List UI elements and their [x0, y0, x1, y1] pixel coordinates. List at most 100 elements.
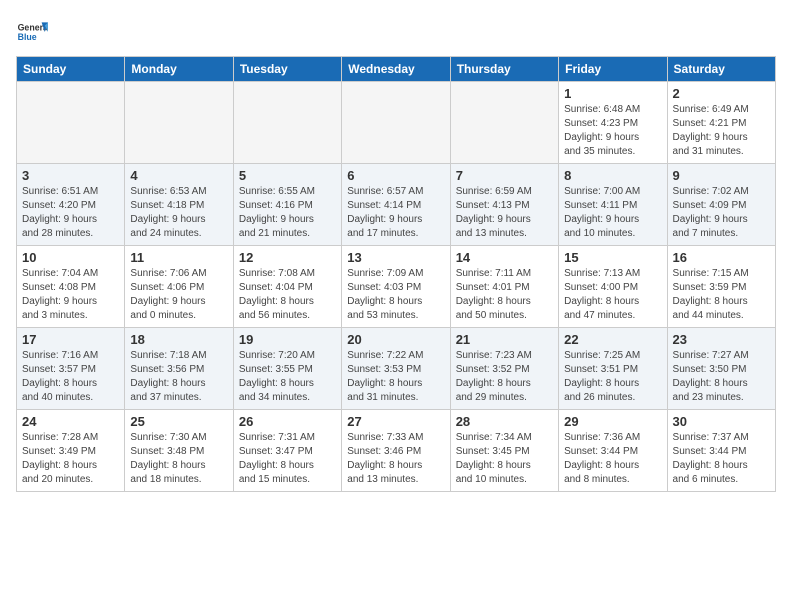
day-info: Sunrise: 7:16 AM Sunset: 3:57 PM Dayligh… [22, 349, 119, 405]
weekday-header-tuesday: Tuesday [233, 57, 341, 82]
day-info: Sunrise: 7:23 AM Sunset: 3:52 PM Dayligh… [456, 349, 553, 405]
calendar-cell: 5 Sunrise: 6:55 AM Sunset: 4:16 PM Daylig… [233, 164, 341, 246]
day-number: 18 [130, 332, 227, 347]
day-info: Sunrise: 7:34 AM Sunset: 3:45 PM Dayligh… [456, 431, 553, 487]
calendar-cell: 6 Sunrise: 6:57 AM Sunset: 4:14 PM Daylig… [342, 164, 450, 246]
calendar-cell: 18 Sunrise: 7:18 AM Sunset: 3:56 PM Dayli… [125, 328, 233, 410]
day-info: Sunrise: 7:30 AM Sunset: 3:48 PM Dayligh… [130, 431, 227, 487]
day-number: 1 [564, 86, 661, 101]
logo: General Blue [16, 16, 48, 48]
day-number: 15 [564, 250, 661, 265]
calendar-cell: 7Sunrise: 6:59 AM Sunset: 4:13 PM Daylig… [450, 164, 558, 246]
day-number: 14 [456, 250, 553, 265]
calendar-cell [233, 82, 341, 164]
weekday-header-friday: Friday [559, 57, 667, 82]
calendar-cell: 16 Sunrise: 7:15 AM Sunset: 3:59 PM Dayli… [667, 246, 775, 328]
day-number: 26 [239, 414, 336, 429]
calendar-cell: 13 Sunrise: 7:09 AM Sunset: 4:03 PM Dayli… [342, 246, 450, 328]
day-info: Sunrise: 7:13 AM Sunset: 4:00 PM Dayligh… [564, 267, 661, 323]
day-number: 9 [673, 168, 770, 183]
day-info: Sunrise: 7:02 AM Sunset: 4:09 PM Dayligh… [673, 185, 770, 241]
calendar-cell: 29 Sunrise: 7:36 AM Sunset: 3:44 PM Dayli… [559, 410, 667, 492]
day-number: 29 [564, 414, 661, 429]
calendar-cell: 23 Sunrise: 7:27 AM Sunset: 3:50 PM Dayli… [667, 328, 775, 410]
calendar-cell: 15 Sunrise: 7:13 AM Sunset: 4:00 PM Dayli… [559, 246, 667, 328]
day-number: 20 [347, 332, 444, 347]
calendar-cell: 14 Sunrise: 7:11 AM Sunset: 4:01 PM Dayli… [450, 246, 558, 328]
day-info: Sunrise: 6:48 AM Sunset: 4:23 PM Dayligh… [564, 103, 661, 159]
svg-text:Blue: Blue [18, 32, 37, 42]
calendar-cell: 20 Sunrise: 7:22 AM Sunset: 3:53 PM Dayli… [342, 328, 450, 410]
weekday-header-wednesday: Wednesday [342, 57, 450, 82]
calendar-cell: 27 Sunrise: 7:33 AM Sunset: 3:46 PM Dayli… [342, 410, 450, 492]
calendar-cell [17, 82, 125, 164]
day-number: 19 [239, 332, 336, 347]
day-number: 30 [673, 414, 770, 429]
day-number: 28 [456, 414, 553, 429]
calendar-cell: 25 Sunrise: 7:30 AM Sunset: 3:48 PM Dayli… [125, 410, 233, 492]
day-info: Sunrise: 7:33 AM Sunset: 3:46 PM Dayligh… [347, 431, 444, 487]
calendar-cell: 24Sunrise: 7:28 AM Sunset: 3:49 PM Dayli… [17, 410, 125, 492]
day-info: Sunrise: 7:18 AM Sunset: 3:56 PM Dayligh… [130, 349, 227, 405]
day-info: Sunrise: 7:25 AM Sunset: 3:51 PM Dayligh… [564, 349, 661, 405]
day-info: Sunrise: 7:36 AM Sunset: 3:44 PM Dayligh… [564, 431, 661, 487]
day-number: 12 [239, 250, 336, 265]
calendar-cell: 2 Sunrise: 6:49 AM Sunset: 4:21 PM Daylig… [667, 82, 775, 164]
day-number: 11 [130, 250, 227, 265]
day-number: 7 [456, 168, 553, 183]
day-number: 2 [673, 86, 770, 101]
calendar-cell: 4Sunrise: 6:53 AM Sunset: 4:18 PM Daylig… [125, 164, 233, 246]
weekday-header-monday: Monday [125, 57, 233, 82]
day-info: Sunrise: 7:09 AM Sunset: 4:03 PM Dayligh… [347, 267, 444, 323]
weekday-header-sunday: Sunday [17, 57, 125, 82]
day-info: Sunrise: 7:11 AM Sunset: 4:01 PM Dayligh… [456, 267, 553, 323]
calendar-cell: 22 Sunrise: 7:25 AM Sunset: 3:51 PM Dayli… [559, 328, 667, 410]
calendar-cell: 12 Sunrise: 7:08 AM Sunset: 4:04 PM Dayli… [233, 246, 341, 328]
calendar-cell [342, 82, 450, 164]
day-info: Sunrise: 7:37 AM Sunset: 3:44 PM Dayligh… [673, 431, 770, 487]
calendar-cell: 28 Sunrise: 7:34 AM Sunset: 3:45 PM Dayli… [450, 410, 558, 492]
day-info: Sunrise: 7:22 AM Sunset: 3:53 PM Dayligh… [347, 349, 444, 405]
day-info: Sunrise: 7:00 AM Sunset: 4:11 PM Dayligh… [564, 185, 661, 241]
day-info: Sunrise: 7:15 AM Sunset: 3:59 PM Dayligh… [673, 267, 770, 323]
day-number: 27 [347, 414, 444, 429]
day-info: Sunrise: 7:31 AM Sunset: 3:47 PM Dayligh… [239, 431, 336, 487]
day-number: 17 [22, 332, 119, 347]
day-number: 10 [22, 250, 119, 265]
day-number: 8 [564, 168, 661, 183]
calendar-table: SundayMondayTuesdayWednesdayThursdayFrid… [16, 56, 776, 492]
weekday-header-thursday: Thursday [450, 57, 558, 82]
calendar-cell: 3 Sunrise: 6:51 AM Sunset: 4:20 PM Daylig… [17, 164, 125, 246]
calendar-cell: 17 Sunrise: 7:16 AM Sunset: 3:57 PM Dayli… [17, 328, 125, 410]
day-number: 16 [673, 250, 770, 265]
day-info: Sunrise: 7:04 AM Sunset: 4:08 PM Dayligh… [22, 267, 119, 323]
day-info: Sunrise: 6:57 AM Sunset: 4:14 PM Dayligh… [347, 185, 444, 241]
day-info: Sunrise: 6:55 AM Sunset: 4:16 PM Dayligh… [239, 185, 336, 241]
day-info: Sunrise: 7:27 AM Sunset: 3:50 PM Dayligh… [673, 349, 770, 405]
day-info: Sunrise: 7:28 AM Sunset: 3:49 PM Dayligh… [22, 431, 119, 487]
day-number: 5 [239, 168, 336, 183]
day-info: Sunrise: 7:08 AM Sunset: 4:04 PM Dayligh… [239, 267, 336, 323]
calendar-cell: 19 Sunrise: 7:20 AM Sunset: 3:55 PM Dayli… [233, 328, 341, 410]
day-number: 23 [673, 332, 770, 347]
day-number: 3 [22, 168, 119, 183]
calendar-cell [125, 82, 233, 164]
day-number: 13 [347, 250, 444, 265]
calendar-cell: 30 Sunrise: 7:37 AM Sunset: 3:44 PM Dayli… [667, 410, 775, 492]
calendar-cell: 26 Sunrise: 7:31 AM Sunset: 3:47 PM Dayli… [233, 410, 341, 492]
day-number: 21 [456, 332, 553, 347]
day-number: 6 [347, 168, 444, 183]
day-info: Sunrise: 7:20 AM Sunset: 3:55 PM Dayligh… [239, 349, 336, 405]
day-info: Sunrise: 6:53 AM Sunset: 4:18 PM Dayligh… [130, 185, 227, 241]
calendar-cell: 10 Sunrise: 7:04 AM Sunset: 4:08 PM Dayli… [17, 246, 125, 328]
day-info: Sunrise: 6:51 AM Sunset: 4:20 PM Dayligh… [22, 185, 119, 241]
day-number: 25 [130, 414, 227, 429]
weekday-header-saturday: Saturday [667, 57, 775, 82]
calendar-cell: 1 Sunrise: 6:48 AM Sunset: 4:23 PM Daylig… [559, 82, 667, 164]
day-info: Sunrise: 6:49 AM Sunset: 4:21 PM Dayligh… [673, 103, 770, 159]
day-number: 22 [564, 332, 661, 347]
calendar-cell: 8 Sunrise: 7:00 AM Sunset: 4:11 PM Daylig… [559, 164, 667, 246]
calendar-cell: 21 Sunrise: 7:23 AM Sunset: 3:52 PM Dayli… [450, 328, 558, 410]
calendar-cell [450, 82, 558, 164]
calendar-cell: 9 Sunrise: 7:02 AM Sunset: 4:09 PM Daylig… [667, 164, 775, 246]
